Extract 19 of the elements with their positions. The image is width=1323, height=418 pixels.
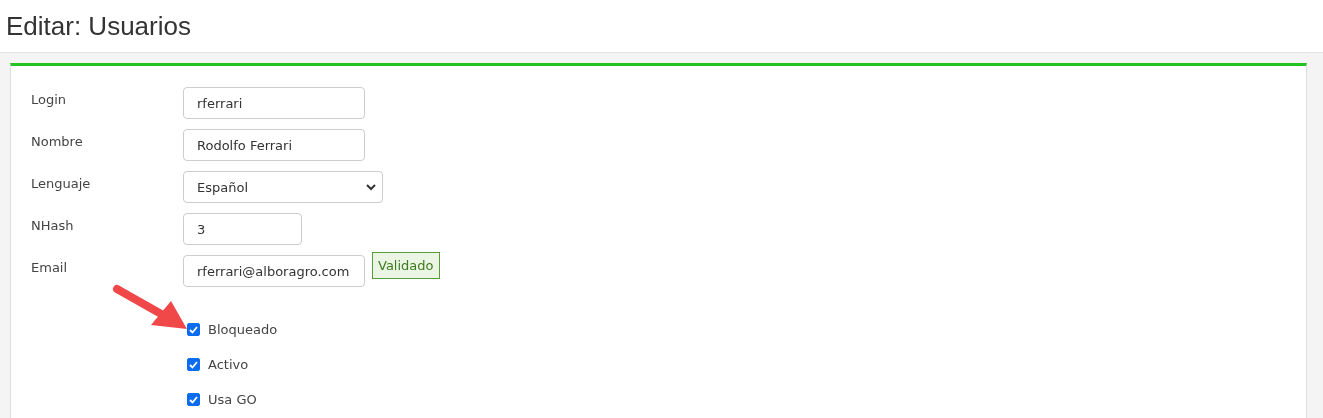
validated-badge: Validado — [372, 252, 440, 279]
field-label: Nombre — [31, 133, 84, 149]
checkbox-label: Activo — [208, 357, 249, 372]
field-label: Email — [31, 259, 69, 275]
page-title: Editar: Usuarios — [6, 10, 191, 42]
checkbox[interactable] — [187, 393, 200, 406]
checkbox-label: Usa GO — [208, 392, 257, 407]
input-field[interactable]: Rodolfo Ferrari — [183, 129, 365, 161]
field-label: Login — [31, 91, 68, 107]
field-label: Lenguaje — [31, 175, 92, 191]
chevron-down-icon — [366, 183, 376, 191]
input-field[interactable]: rferrari — [183, 87, 365, 119]
language-select[interactable]: Español — [183, 171, 383, 203]
checkbox[interactable] — [187, 358, 200, 371]
field-label: NHash — [31, 217, 75, 233]
checkbox-label: Bloqueado — [208, 322, 278, 337]
input-field[interactable]: rferrari@alboragro.com — [183, 255, 365, 287]
checkbox[interactable] — [187, 323, 200, 336]
input-field[interactable]: 3 — [183, 213, 302, 245]
